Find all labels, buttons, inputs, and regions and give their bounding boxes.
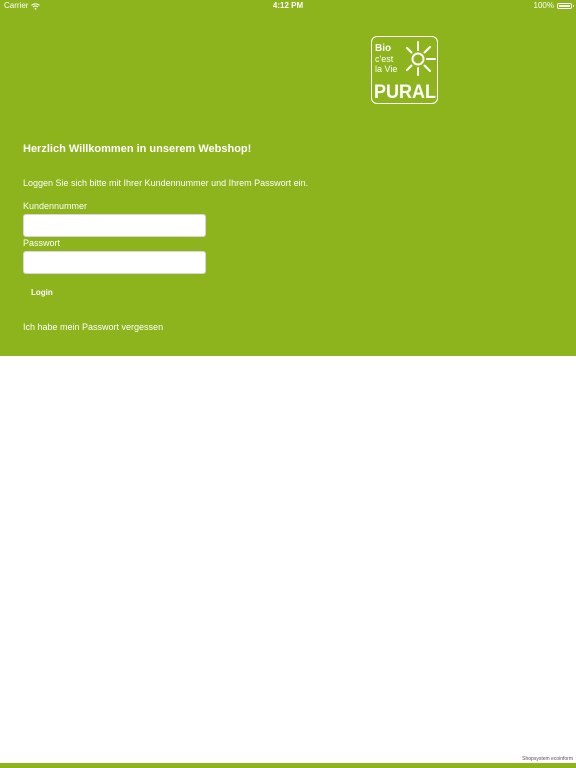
forgot-password-link[interactable]: Ich habe mein Passwort vergessen bbox=[23, 322, 163, 332]
logo-line-4: PURAL bbox=[374, 82, 436, 103]
customer-number-input[interactable] bbox=[23, 214, 206, 237]
footer-credit[interactable]: Shopsystem ecoinform bbox=[522, 756, 573, 762]
logo-line-3: la Vie bbox=[375, 64, 397, 74]
status-bar: Carrier 4:12 PM 100% bbox=[0, 0, 576, 12]
logo-graphic: Bio c'est la Vie PURAL bbox=[374, 41, 436, 103]
password-label: Passwort bbox=[23, 238, 61, 248]
battery-fill bbox=[559, 5, 570, 7]
logo-line-1: Bio bbox=[375, 43, 391, 54]
footer-bar bbox=[0, 763, 576, 768]
pural-logo: Bio c'est la Vie PURAL bbox=[371, 36, 438, 104]
status-right: 100% bbox=[533, 0, 574, 12]
login-button[interactable]: Login bbox=[23, 284, 61, 300]
customer-number-label: Kundennummer bbox=[23, 201, 88, 211]
password-input[interactable] bbox=[23, 251, 206, 274]
sun-icon bbox=[406, 41, 436, 76]
status-time: 4:12 PM bbox=[272, 1, 304, 10]
battery-percent: 100% bbox=[533, 1, 554, 10]
logo-line-2: c'est bbox=[375, 54, 394, 64]
battery-icon bbox=[557, 3, 574, 9]
login-instruction: Loggen Sie sich bitte mit Ihrer Kundennu… bbox=[23, 178, 309, 188]
welcome-heading: Herzlich Willkommen in unserem Webshop! bbox=[23, 143, 252, 155]
